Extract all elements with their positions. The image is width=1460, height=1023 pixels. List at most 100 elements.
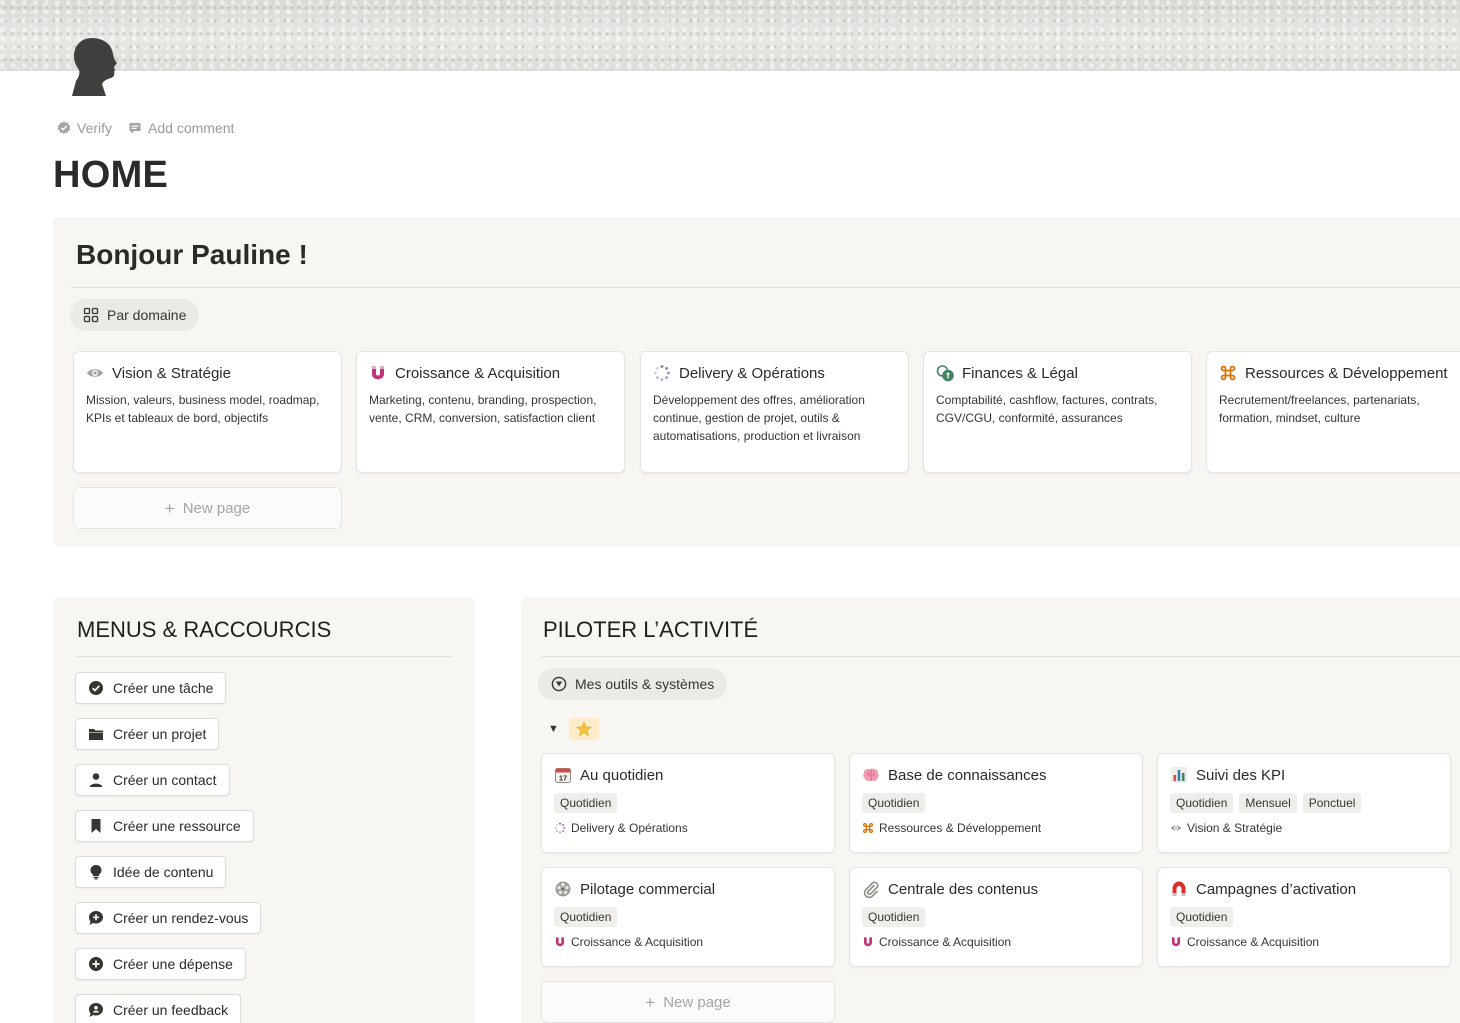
tool-card-au-quotidien[interactable]: 17 Au quotidien Quotidien Delivery & Opé… <box>541 753 835 853</box>
frequency-tag: Quotidien <box>862 793 926 813</box>
create-task-button[interactable]: Créer une tâche <box>75 672 227 704</box>
gallery-grid-icon <box>83 307 99 323</box>
relation-label: Croissance & Acquisition <box>879 935 1012 949</box>
star-icon <box>568 718 599 740</box>
coins-icon <box>936 364 954 382</box>
tool-card-title: Campagnes d’activation <box>1196 880 1357 898</box>
domain-card-title: Ressources & Développement <box>1245 364 1448 382</box>
menu-button-label: Créer un projet <box>113 726 207 742</box>
verify-label: Verify <box>77 120 113 136</box>
greeting-callout: Bonjour Pauline ! Par domaine Vision & S… <box>53 217 1460 546</box>
tool-card-pilotage-commercial[interactable]: Pilotage commercial Quotidien Croissance… <box>541 867 835 967</box>
verified-badge-icon <box>57 121 71 135</box>
menus-callout: MENUS & RACCOURCIS Créer une tâche Créer… <box>53 597 475 1023</box>
new-page-button[interactable]: + New page <box>73 487 342 529</box>
magnet-icon <box>369 364 387 382</box>
pilot-divider <box>541 656 1460 657</box>
new-page-button[interactable]: + New page <box>541 981 835 1023</box>
tool-card-title: Pilotage commercial <box>580 880 716 898</box>
create-resource-button[interactable]: Créer une ressource <box>75 810 254 842</box>
frequency-tag: Quotidien <box>554 907 618 927</box>
menu-button-label: Créer une ressource <box>113 818 241 834</box>
view-tab-label: Mes outils & systèmes <box>575 676 715 692</box>
menu-button-label: Créer un contact <box>113 772 217 788</box>
verify-button[interactable]: Verify <box>57 120 112 136</box>
domain-relation: Ressources & Développement <box>862 821 1130 835</box>
domain-card-croissance[interactable]: Croissance & Acquisition Marketing, cont… <box>356 351 625 473</box>
folder-icon <box>88 726 104 742</box>
add-comment-button[interactable]: Add comment <box>128 120 234 136</box>
tool-card-centrale-contenus[interactable]: Centrale des contenus Quotidien Croissan… <box>849 867 1143 967</box>
frequency-tag: Mensuel <box>1239 793 1297 813</box>
magnet-icon <box>1170 936 1182 948</box>
menus-heading: MENUS & RACCOURCIS <box>77 617 332 642</box>
domain-card-delivery[interactable]: Delivery & Opérations Développement des … <box>640 351 909 473</box>
brain-icon <box>862 766 880 784</box>
eye-icon <box>86 364 104 382</box>
view-tab-label: Par domaine <box>107 307 187 323</box>
tool-card-title: Base de connaissances <box>888 766 1047 784</box>
magnet-icon <box>862 936 874 948</box>
create-appointment-button[interactable]: Créer un rendez-vous <box>75 902 262 934</box>
new-page-label: New page <box>663 993 731 1011</box>
calendar-icon: 17 <box>554 766 572 784</box>
domain-card-description: Développement des offres, amélioration c… <box>653 393 865 443</box>
menu-button-label: Créer une dépense <box>113 956 233 972</box>
bookmark-icon <box>88 818 104 834</box>
domain-card-description: Marketing, contenu, branding, prospectio… <box>369 393 597 425</box>
triangle-down-icon: ▼ <box>548 723 559 735</box>
tool-card-title: Centrale des contenus <box>888 880 1039 898</box>
comment-icon <box>128 121 142 135</box>
tool-card-suivi-kpi[interactable]: Suivi des KPI Quotidien Mensuel Ponctuel… <box>1157 753 1451 853</box>
favorites-toggle[interactable]: ▼ <box>548 718 599 740</box>
menu-button-label: Créer une tâche <box>113 680 214 696</box>
person-icon <box>88 772 104 788</box>
domain-relation: Croissance & Acquisition <box>1170 935 1438 949</box>
tool-card-title: Au quotidien <box>580 766 664 784</box>
page-cover <box>0 0 1460 71</box>
magnet-icon <box>554 936 566 948</box>
bar-chart-icon <box>1170 766 1188 784</box>
domain-card-description: Comptabilité, cashflow, factures, contra… <box>936 393 1158 425</box>
create-contact-button[interactable]: Créer un contact <box>75 764 230 796</box>
menu-button-label: Créer un feedback <box>113 1002 229 1018</box>
create-project-button[interactable]: Créer un projet <box>75 718 220 750</box>
red-magnet-icon <box>1170 880 1188 898</box>
command-icon <box>862 822 874 834</box>
chat-person-icon <box>88 1002 104 1018</box>
relation-label: Ressources & Développement <box>879 821 1042 835</box>
menu-button-label: Idée de contenu <box>113 864 214 880</box>
content-idea-button[interactable]: Idée de contenu <box>75 856 227 888</box>
relation-label: Croissance & Acquisition <box>571 935 704 949</box>
loading-icon <box>554 822 566 834</box>
frequency-tag: Quotidien <box>554 793 618 813</box>
command-icon <box>1219 364 1237 382</box>
svg-text:17: 17 <box>559 774 567 783</box>
view-tab-par-domaine[interactable]: Par domaine <box>70 299 200 331</box>
head-silhouette-icon[interactable] <box>68 36 122 100</box>
frequency-tags: Quotidien <box>1170 907 1438 927</box>
domain-card-ressources[interactable]: Ressources & Développement Recrutement/f… <box>1206 351 1460 473</box>
greeting-heading: Bonjour Pauline ! <box>76 239 308 270</box>
view-tab-mes-outils[interactable]: Mes outils & systèmes <box>538 668 728 700</box>
paperclip-icon <box>862 880 880 898</box>
frequency-tags: Quotidien <box>862 907 1130 927</box>
eye-icon <box>1170 822 1182 834</box>
create-feedback-button[interactable]: Créer un feedback <box>75 994 242 1023</box>
domain-relation: Vision & Stratégie <box>1170 821 1438 835</box>
frequency-tags: Quotidien <box>862 793 1130 813</box>
domain-card-finances[interactable]: Finances & Légal Comptabilité, cashflow,… <box>923 351 1192 473</box>
frequency-tags: Quotidien Mensuel Ponctuel <box>1170 793 1438 813</box>
domain-relation: Delivery & Opérations <box>554 821 822 835</box>
add-comment-label: Add comment <box>148 120 235 136</box>
pilot-callout: PILOTER L’ACTIVITÉ Mes outils & systèmes… <box>521 597 1460 1023</box>
tool-card-campagnes-activation[interactable]: Campagnes d’activation Quotidien Croissa… <box>1157 867 1451 967</box>
domain-relation: Croissance & Acquisition <box>554 935 822 949</box>
tool-card-base-connaissances[interactable]: Base de connaissances Quotidien Ressourc… <box>849 753 1143 853</box>
create-expense-button[interactable]: Créer une dépense <box>75 948 246 980</box>
loading-icon <box>653 364 671 382</box>
domain-card-description: Mission, valeurs, business model, roadma… <box>86 393 320 425</box>
domain-card-vision[interactable]: Vision & Stratégie Mission, valeurs, bus… <box>73 351 342 473</box>
check-circle-icon <box>88 680 104 696</box>
relation-label: Delivery & Opérations <box>571 821 688 835</box>
